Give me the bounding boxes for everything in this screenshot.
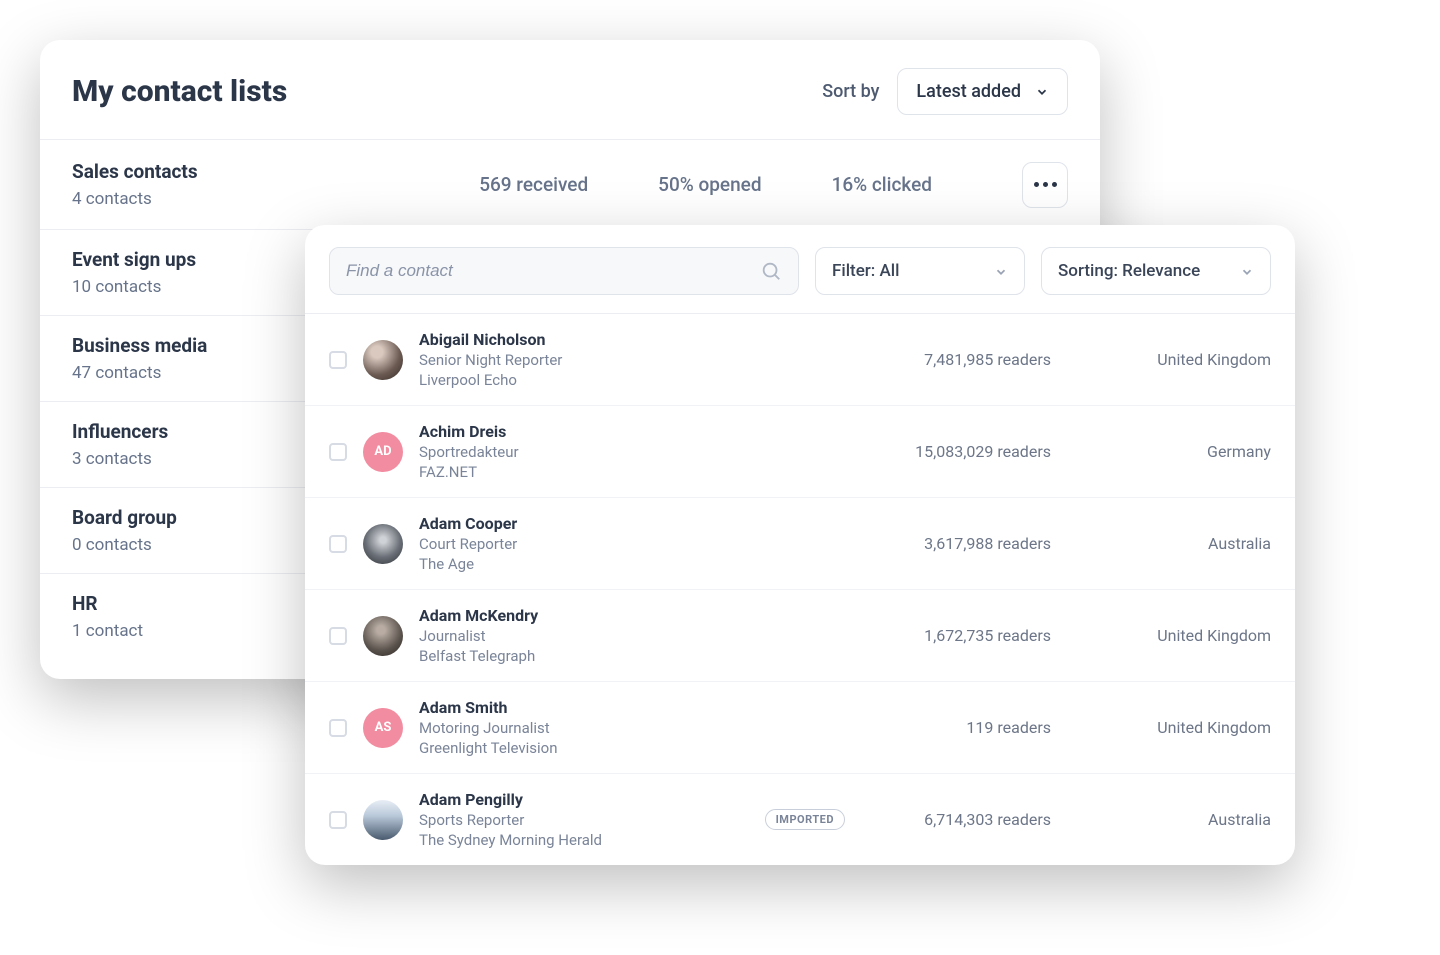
contact-role: Senior Night Reporter bbox=[419, 351, 729, 369]
more-actions-button[interactable] bbox=[1022, 162, 1068, 208]
contact-info: Adam Smith Motoring Journalist Greenlight … bbox=[419, 698, 729, 757]
contact-org: FAZ.NET bbox=[419, 463, 729, 481]
selected-list-name: Sales contacts bbox=[72, 160, 198, 183]
sort-by-label: Sort by bbox=[822, 81, 879, 102]
contact-role: Court Reporter bbox=[419, 535, 729, 553]
contact-country: United Kingdom bbox=[1101, 718, 1271, 737]
contact-row[interactable]: AD Achim Dreis Sportredakteur FAZ.NET 15,083… bbox=[305, 406, 1295, 498]
chevron-down-icon bbox=[1240, 264, 1254, 278]
contact-name: Adam Smith bbox=[419, 698, 729, 717]
sort-group: Sort by Latest added bbox=[822, 68, 1068, 115]
row-checkbox[interactable] bbox=[329, 443, 347, 461]
contact-country: Germany bbox=[1101, 442, 1271, 461]
contact-name: Achim Dreis bbox=[419, 422, 729, 441]
contact-role: Journalist bbox=[419, 627, 729, 645]
contact-info: Achim Dreis Sportredakteur FAZ.NET bbox=[419, 422, 729, 481]
avatar bbox=[363, 800, 403, 840]
contacts-toolbar: Filter: All Sorting: Relevance bbox=[305, 225, 1295, 314]
selected-list-metrics: 569 received 50% opened 16% clicked bbox=[479, 173, 932, 196]
imported-badge: IMPORTED bbox=[765, 809, 845, 830]
contact-country: United Kingdom bbox=[1101, 626, 1271, 645]
row-checkbox[interactable] bbox=[329, 535, 347, 553]
page-title: My contact lists bbox=[72, 74, 287, 109]
contact-role: Sportredakteur bbox=[419, 443, 729, 461]
filter-dropdown[interactable]: Filter: All bbox=[815, 247, 1025, 295]
contact-country: United Kingdom bbox=[1101, 350, 1271, 369]
search-wrap[interactable] bbox=[329, 247, 799, 295]
contact-org: The Age bbox=[419, 555, 729, 573]
avatar bbox=[363, 524, 403, 564]
sorting-dropdown[interactable]: Sorting: Relevance bbox=[1041, 247, 1271, 295]
row-checkbox[interactable] bbox=[329, 351, 347, 369]
avatar: AD bbox=[363, 432, 403, 472]
contact-row[interactable]: AS Adam Smith Motoring Journalist Greenligh… bbox=[305, 682, 1295, 774]
contact-name: Adam Cooper bbox=[419, 514, 729, 533]
contact-org: Belfast Telegraph bbox=[419, 647, 729, 665]
contact-readers: 6,714,303 readers bbox=[861, 810, 1051, 829]
contact-row[interactable]: Adam Pengilly Sports Reporter The Sydney M… bbox=[305, 774, 1295, 865]
selected-list-summary: Sales contacts 4 contacts bbox=[72, 160, 198, 209]
sorting-dropdown-label: Sorting: Relevance bbox=[1058, 261, 1200, 281]
lists-header: My contact lists Sort by Latest added bbox=[40, 40, 1100, 140]
contact-readers: 119 readers bbox=[861, 718, 1051, 737]
contact-rows: Abigail Nicholson Senior Night Reporter Li… bbox=[305, 314, 1295, 865]
avatar bbox=[363, 616, 403, 656]
contact-name: Abigail Nicholson bbox=[419, 330, 729, 349]
search-input[interactable] bbox=[346, 261, 760, 281]
contact-info: Adam McKendry Journalist Belfast Telegraph bbox=[419, 606, 729, 665]
contact-country: Australia bbox=[1101, 810, 1271, 829]
contact-info: Abigail Nicholson Senior Night Reporter Li… bbox=[419, 330, 729, 389]
chevron-down-icon bbox=[1035, 85, 1049, 99]
contact-org: Liverpool Echo bbox=[419, 371, 729, 389]
contact-readers: 15,083,029 readers bbox=[861, 442, 1051, 461]
contact-role: Sports Reporter bbox=[419, 811, 729, 829]
contact-info: Adam Cooper Court Reporter The Age bbox=[419, 514, 729, 573]
avatar: AS bbox=[363, 708, 403, 748]
contact-country: Australia bbox=[1101, 534, 1271, 553]
contact-readers: 3,617,988 readers bbox=[861, 534, 1051, 553]
metric-opened: 50% opened bbox=[658, 173, 761, 196]
contact-name: Adam McKendry bbox=[419, 606, 729, 625]
metric-received: 569 received bbox=[479, 173, 588, 196]
contact-role: Motoring Journalist bbox=[419, 719, 729, 737]
contact-info: Adam Pengilly Sports Reporter The Sydney M… bbox=[419, 790, 729, 849]
sort-dropdown-value: Latest added bbox=[916, 81, 1021, 102]
contact-org: Greenlight Television bbox=[419, 739, 729, 757]
row-checkbox[interactable] bbox=[329, 811, 347, 829]
search-icon bbox=[760, 260, 782, 282]
contact-org: The Sydney Morning Herald bbox=[419, 831, 729, 849]
avatar bbox=[363, 340, 403, 380]
row-checkbox[interactable] bbox=[329, 719, 347, 737]
contact-row[interactable]: Adam Cooper Court Reporter The Age 3,617,98… bbox=[305, 498, 1295, 590]
chevron-down-icon bbox=[994, 264, 1008, 278]
contact-row[interactable]: Abigail Nicholson Senior Night Reporter Li… bbox=[305, 314, 1295, 406]
contacts-card: Filter: All Sorting: Relevance Abigail N… bbox=[305, 225, 1295, 865]
row-checkbox[interactable] bbox=[329, 627, 347, 645]
filter-dropdown-label: Filter: All bbox=[832, 261, 899, 281]
sort-dropdown[interactable]: Latest added bbox=[897, 68, 1068, 115]
more-icon bbox=[1034, 182, 1057, 187]
contact-readers: 7,481,985 readers bbox=[861, 350, 1051, 369]
contact-row[interactable]: Adam McKendry Journalist Belfast Telegraph… bbox=[305, 590, 1295, 682]
selected-list-row[interactable]: Sales contacts 4 contacts 569 received 5… bbox=[40, 140, 1100, 230]
contact-readers: 1,672,735 readers bbox=[861, 626, 1051, 645]
badge-slot: IMPORTED bbox=[745, 809, 845, 830]
selected-list-count: 4 contacts bbox=[72, 189, 198, 209]
metric-clicked: 16% clicked bbox=[832, 173, 932, 196]
contact-name: Adam Pengilly bbox=[419, 790, 729, 809]
